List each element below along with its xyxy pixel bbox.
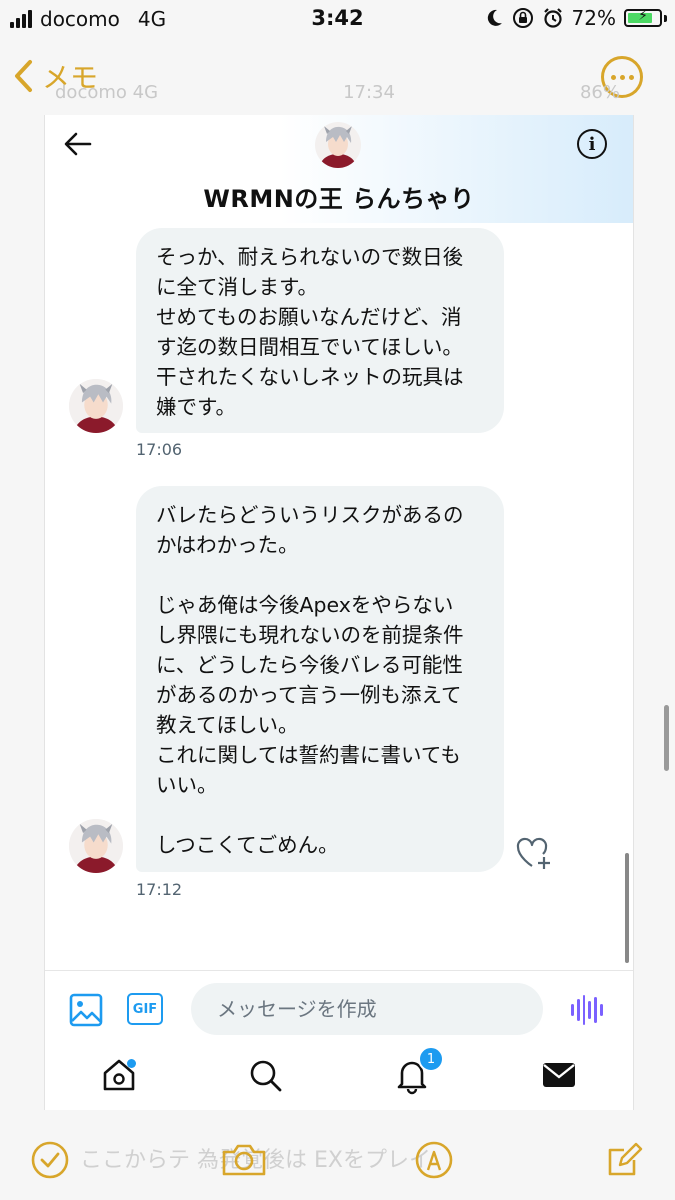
ghost-carrier: docomo 4G <box>55 82 159 103</box>
dm-scrollbar[interactable] <box>625 853 629 963</box>
info-icon[interactable]: i <box>577 129 607 159</box>
notes-scrollbar[interactable] <box>664 705 669 771</box>
battery-cap <box>664 14 667 22</box>
header-avatar[interactable] <box>315 122 361 168</box>
ghost-battery: 86% <box>579 82 620 103</box>
contact-name: WRMNの王 らんちゃり <box>203 185 475 213</box>
mail-icon[interactable] <box>539 1055 579 1095</box>
moon-icon <box>487 9 502 26</box>
sender-avatar[interactable] <box>69 819 123 873</box>
dm-header: i WRMNの王 らんちゃり <box>45 115 633 223</box>
ghost-status-bar: docomo 4G 17:34 86% <box>55 82 620 103</box>
status-right: 72% ⚡ <box>484 6 667 30</box>
alarm-icon <box>543 8 562 28</box>
markup-icon[interactable] <box>414 1140 454 1180</box>
sender-avatar[interactable] <box>69 379 123 433</box>
search-icon[interactable] <box>245 1055 285 1095</box>
camera-icon[interactable] <box>220 1140 268 1180</box>
rotation-lock-icon <box>512 8 533 28</box>
message-input[interactable] <box>191 983 543 1035</box>
gif-icon[interactable]: GIF <box>127 993 163 1025</box>
message-time: 17:06 <box>136 440 183 459</box>
back-arrow-icon[interactable] <box>63 129 93 159</box>
tab-bar: 1 <box>45 1046 633 1110</box>
ghost-time: 17:34 <box>343 82 395 103</box>
notes-toolbar: ここからテ 為発覚後は EXをプレイ <box>0 1112 675 1200</box>
message-composer: GIF <box>45 970 633 1047</box>
battery-icon: ⚡ <box>624 8 662 27</box>
chevron-left-icon <box>15 60 32 92</box>
dm-screenshot: i WRMNの王 らんちゃり そっか、耐えられないので数日後 に全て消します。 … <box>44 115 634 1110</box>
battery-percent: 72% <box>571 6 616 30</box>
message-bubble[interactable]: バレたらどういうリスクがあるの かはわかった。 じゃあ俺は今後Apexをやらない… <box>136 486 504 872</box>
home-dot <box>127 1059 136 1068</box>
like-add-icon[interactable] <box>515 835 553 871</box>
compose-icon[interactable] <box>604 1140 644 1180</box>
message-time: 17:12 <box>136 880 183 899</box>
image-icon[interactable] <box>69 993 103 1027</box>
status-bar: docomo 4G 3:42 72% ⚡ <box>0 0 675 40</box>
voice-icon[interactable] <box>571 995 603 1025</box>
checklist-icon[interactable] <box>30 1140 70 1180</box>
message-bubble[interactable]: そっか、耐えられないので数日後 に全て消します。 せめてものお願いなんだけど、消… <box>136 228 504 433</box>
notifications-badge: 1 <box>418 1046 444 1072</box>
